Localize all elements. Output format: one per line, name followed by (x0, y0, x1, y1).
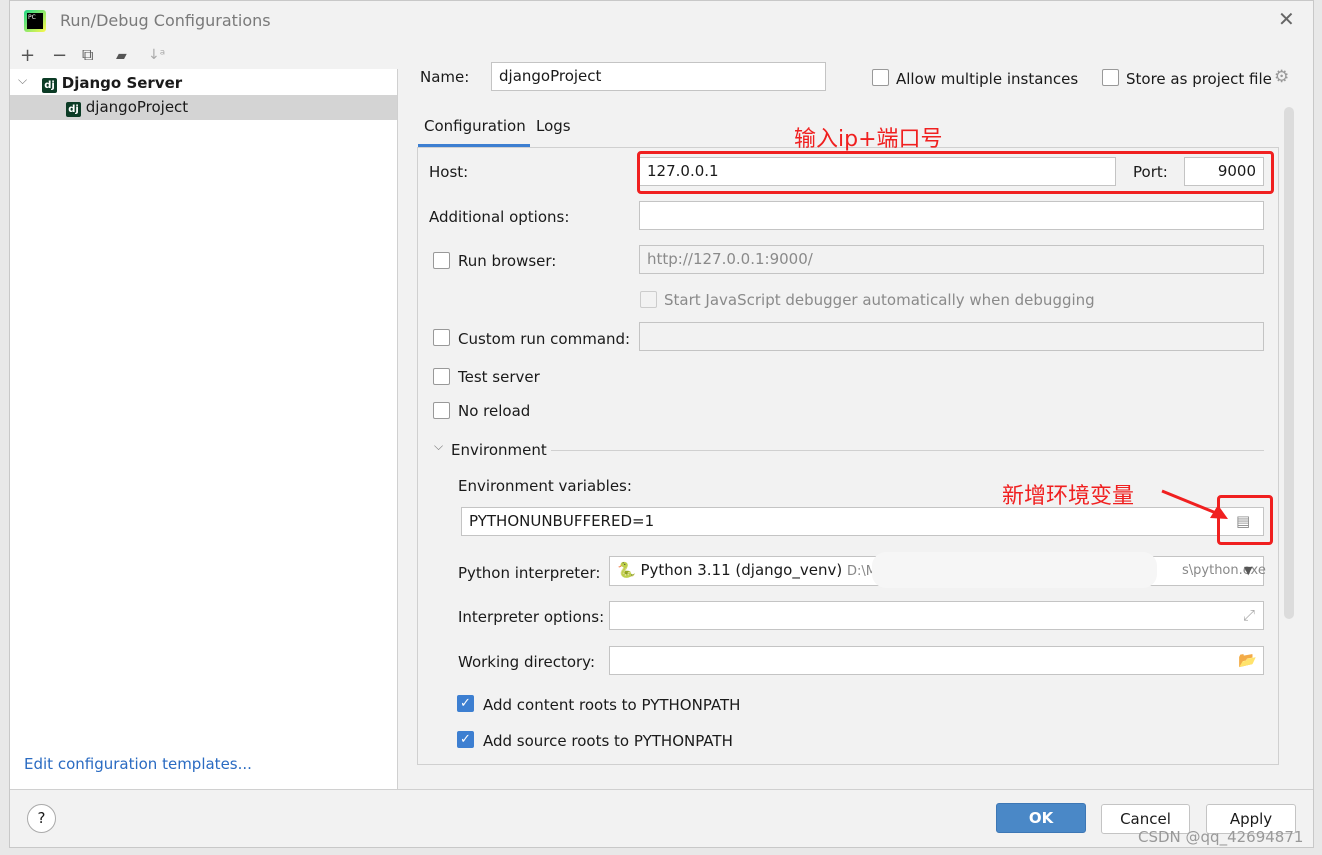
annotation-box-host-port (637, 151, 1274, 194)
host-label: Host: (429, 163, 469, 181)
tab-configuration[interactable]: Configuration (418, 109, 530, 147)
run-browser-url-input[interactable]: http://127.0.0.1:9000/ (639, 245, 1264, 274)
group-label: Django Server (61, 74, 183, 92)
js-debugger-label: Start JavaScript debugger automatically … (664, 291, 1095, 309)
tree-item-djangoproject[interactable]: dj djangoProject (10, 95, 397, 120)
store-project-label: Store as project file (1126, 70, 1272, 88)
close-icon[interactable]: ✕ (1278, 7, 1295, 31)
custom-run-input[interactable] (639, 322, 1264, 351)
test-server-checkbox[interactable] (433, 368, 450, 385)
annotation-arrow (1161, 489, 1228, 519)
folder-icon[interactable]: 📂 (1238, 647, 1257, 674)
new-folder-icon[interactable]: ▰ (116, 48, 127, 64)
source-roots-checkbox[interactable]: ✓ (457, 731, 474, 748)
run-browser-label: Run browser: (458, 252, 557, 270)
add-icon[interactable]: + (20, 45, 35, 66)
test-server-label: Test server (458, 368, 540, 386)
expand-icon[interactable]: ⤢ (1243, 602, 1255, 629)
ok-button[interactable]: OK (996, 803, 1086, 833)
no-reload-checkbox[interactable] (433, 402, 450, 419)
custom-run-label: Custom run command: (458, 330, 631, 348)
custom-run-checkbox[interactable] (433, 329, 450, 346)
interpreter-path-end: s\python.exe (1182, 563, 1266, 578)
content-roots-label: Add content roots to PYTHONPATH (483, 696, 741, 714)
allow-multiple-label: Allow multiple instances (896, 70, 1079, 88)
remove-icon[interactable]: − (52, 45, 67, 66)
blurred-region (872, 552, 1157, 588)
scrollbar[interactable] (1284, 107, 1294, 619)
no-reload-label: No reload (458, 402, 531, 420)
gear-icon[interactable]: ⚙ (1274, 67, 1289, 87)
interp-options-label: Interpreter options: (458, 608, 605, 626)
annotation-ip-port: 输入ip+端口号 (794, 127, 943, 152)
window-title: Run/Debug Configurations (60, 11, 271, 30)
environment-section-label: Environment (451, 441, 547, 459)
copy-icon[interactable]: ⧉ (82, 45, 93, 65)
dropdown-arrow-icon[interactable]: ▼ (1244, 557, 1252, 584)
source-roots-label: Add source roots to PYTHONPATH (483, 732, 733, 750)
chevron-down-icon[interactable]: ⌵ (434, 439, 443, 454)
interpreter-label: Python interpreter: (458, 564, 601, 582)
allow-multiple-checkbox[interactable] (872, 69, 889, 86)
django-icon: dj (66, 102, 81, 117)
run-browser-checkbox[interactable] (433, 252, 450, 269)
additional-options-label: Additional options: (429, 208, 570, 226)
working-dir-label: Working directory: (458, 653, 596, 671)
annotation-env: 新增环境变量 (1002, 484, 1135, 509)
watermark: CSDN @qq_42694871 (1138, 828, 1304, 846)
sort-icon[interactable]: ↓ᵃ (148, 47, 165, 63)
django-group[interactable]: dj Django Server (42, 74, 182, 93)
name-label: Name: (420, 68, 470, 86)
edit-templates-link[interactable]: Edit configuration templates... (24, 755, 252, 773)
js-debugger-checkbox[interactable] (640, 291, 657, 308)
help-button[interactable]: ? (27, 804, 56, 833)
chevron-down-icon[interactable]: ⌵ (18, 73, 27, 88)
working-dir-input[interactable]: 📂 (609, 646, 1264, 675)
run-debug-dialog: PC Run/Debug Configurations ✕ + − ⧉ ▰ ↓ᵃ… (9, 0, 1314, 848)
env-vars-label: Environment variables: (458, 477, 632, 495)
interp-options-input[interactable]: ⤢ (609, 601, 1264, 630)
interpreter-name: Python 3.11 (django_venv) (640, 561, 843, 579)
content-roots-checkbox[interactable]: ✓ (457, 695, 474, 712)
name-input[interactable]: djangoProject (491, 62, 826, 91)
python-icon: 🐍 (617, 561, 636, 579)
additional-options-input[interactable] (639, 201, 1264, 230)
pycharm-logo-icon: PC (24, 10, 46, 32)
footer-divider (10, 789, 1313, 790)
store-project-checkbox[interactable] (1102, 69, 1119, 86)
config-tree: ⌵ dj Django Server dj djangoProject Edit… (10, 69, 398, 789)
item-label: djangoProject (85, 98, 189, 116)
env-vars-input[interactable]: PYTHONUNBUFFERED=1 (461, 507, 1264, 536)
tab-logs[interactable]: Logs (536, 117, 571, 135)
django-icon: dj (42, 78, 57, 93)
divider (551, 450, 1264, 451)
